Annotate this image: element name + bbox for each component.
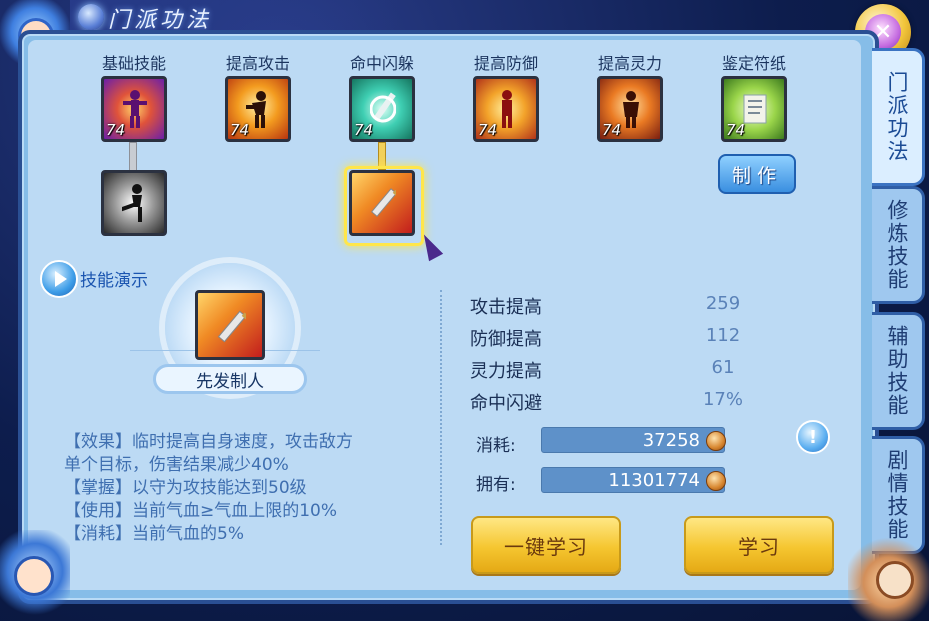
skill-spirit-boost[interactable]: 74: [597, 76, 663, 142]
learn-button[interactable]: 学习: [684, 516, 834, 574]
mascot-bottom-right: [848, 535, 929, 621]
tab-cultivation-skills[interactable]: 修炼技能: [872, 186, 925, 304]
tab-label: 剧情技能: [885, 449, 909, 541]
cost-value: 37258: [541, 427, 725, 453]
demo-label[interactable]: 技能演示: [80, 266, 148, 291]
sub-skill-sword[interactable]: [349, 170, 415, 236]
skill-column-label: 基础技能: [101, 54, 166, 73]
selected-skill-icon: [195, 290, 265, 360]
skill-column-label: 提高攻击: [225, 54, 290, 73]
sword-icon: [370, 188, 396, 218]
skill-column-label: 提高灵力: [597, 54, 662, 73]
stat-value: 259: [705, 293, 741, 314]
selected-skill-name: 先发制人: [153, 364, 307, 394]
skill-hit-dodge[interactable]: 74: [349, 76, 415, 142]
defense-figure-icon: [502, 90, 512, 128]
mascot-face: [876, 561, 914, 599]
kick-figure-icon: [122, 184, 142, 222]
orb-icon: [78, 4, 104, 30]
stat-value: 112: [705, 325, 741, 346]
owned-label: 拥有:: [476, 475, 516, 495]
tab-label: 门派功法: [885, 71, 909, 163]
mascot-face: [14, 556, 54, 596]
info-button[interactable]: !: [796, 420, 830, 454]
skill-description-line: 单个目标，伤害结果减少40%: [64, 455, 289, 475]
spirit-figure-icon: [623, 91, 639, 128]
tab-auxiliary-skills[interactable]: 辅助技能: [872, 312, 925, 430]
stat-value: 61: [711, 357, 735, 378]
coin-icon: [706, 431, 726, 451]
section-divider: [440, 290, 442, 545]
stat-label: 命中闪避: [470, 393, 542, 414]
play-demo-button[interactable]: [40, 260, 78, 298]
tab-label: 修炼技能: [885, 199, 909, 291]
stat-value: 17%: [702, 389, 743, 410]
skill-column-label: 命中闪躲: [349, 54, 414, 73]
skill-identify-talisman[interactable]: 74: [721, 76, 787, 142]
owned-value: 11301774: [541, 467, 725, 493]
skill-column-label: 鉴定符纸: [721, 54, 786, 73]
mascot-bottom-left: [0, 530, 70, 621]
skill-level: 74: [602, 121, 622, 139]
skill-basic[interactable]: 74: [101, 76, 167, 142]
skill-level: 74: [354, 121, 374, 139]
stat-label: 防御提高: [470, 329, 542, 350]
sword-swirl-icon: [370, 92, 396, 123]
sub-skill-kick[interactable]: [101, 170, 167, 236]
stat-label: 攻击提高: [470, 297, 542, 318]
make-button[interactable]: 制作: [718, 154, 796, 194]
skill-level: 74: [230, 121, 250, 139]
coin-icon: [706, 471, 726, 491]
stat-label: 灵力提高: [470, 361, 542, 382]
skill-description-line: 【掌握】以守为攻技能达到50级: [64, 478, 307, 498]
tab-sect-skills[interactable]: 门派功法: [872, 48, 925, 186]
skill-column-label: 提高防御: [473, 54, 538, 73]
attack-figure-icon: [246, 91, 266, 128]
skill-level: 74: [726, 121, 746, 139]
muscle-figure-icon: [123, 90, 147, 128]
skill-description-line: 【效果】临时提高自身速度，攻击敌方: [64, 432, 353, 452]
skill-level: 74: [478, 121, 498, 139]
skill-connector: [129, 142, 137, 172]
skill-description-line: 【消耗】当前气血的5%: [64, 524, 244, 544]
learn-all-button[interactable]: 一键学习: [471, 516, 621, 574]
scroll-icon: [743, 94, 767, 124]
skill-level: 74: [106, 121, 126, 139]
skill-attack-boost[interactable]: 74: [225, 76, 291, 142]
cost-label: 消耗:: [476, 436, 516, 456]
sword-icon: [217, 310, 246, 343]
skill-defense-boost[interactable]: 74: [473, 76, 539, 142]
tab-label: 辅助技能: [885, 325, 909, 417]
play-icon: [54, 271, 67, 287]
skill-description-line: 【使用】当前气血≥气血上限的10%: [64, 501, 338, 521]
